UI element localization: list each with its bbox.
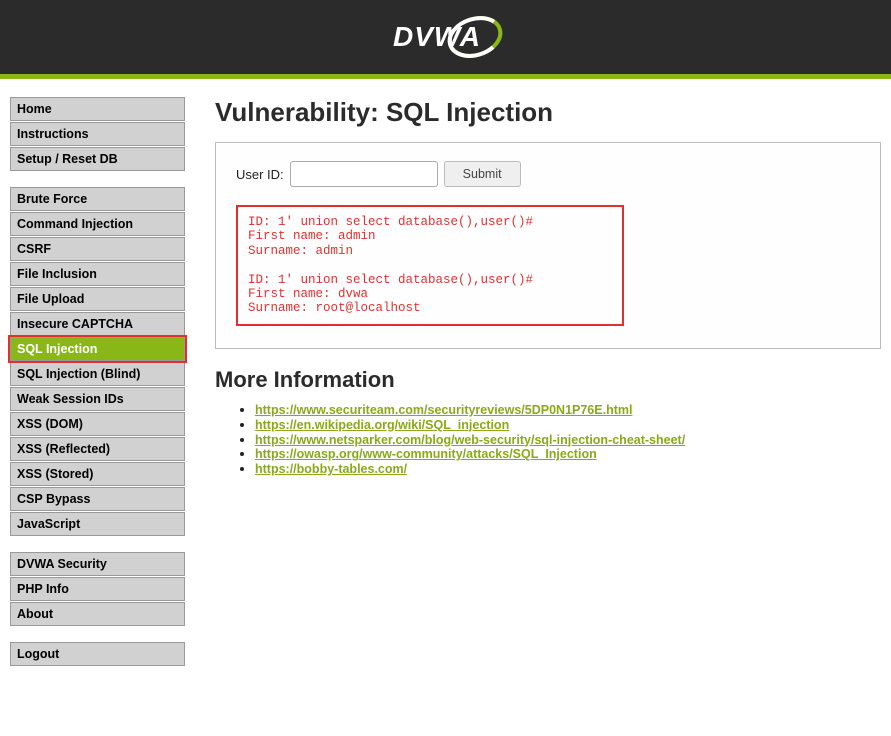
page-title: Vulnerability: SQL Injection <box>215 97 881 128</box>
nav-item-file-inclusion[interactable]: File Inclusion <box>10 262 185 286</box>
sidebar: HomeInstructionsSetup / Reset DB Brute Fo… <box>10 97 185 682</box>
link-item: https://www.securiteam.com/securityrevie… <box>255 403 881 418</box>
info-link[interactable]: https://bobby-tables.com/ <box>255 462 407 476</box>
nav-item-xss-reflected[interactable]: XSS (Reflected) <box>10 437 185 461</box>
nav-item-xss-stored[interactable]: XSS (Stored) <box>10 462 185 486</box>
result-box: ID: 1' union select database(),user()# F… <box>236 205 624 326</box>
nav-item-about[interactable]: About <box>10 602 185 626</box>
link-item: https://www.netsparker.com/blog/web-secu… <box>255 433 881 448</box>
userid-label: User ID: <box>236 167 284 182</box>
link-item: https://bobby-tables.com/ <box>255 462 881 477</box>
nav-item-insecure-captcha[interactable]: Insecure CAPTCHA <box>10 312 185 336</box>
nav-item-home[interactable]: Home <box>10 97 185 121</box>
nav-item-csrf[interactable]: CSRF <box>10 237 185 261</box>
info-link[interactable]: https://en.wikipedia.org/wiki/SQL_inject… <box>255 418 509 432</box>
nav-item-file-upload[interactable]: File Upload <box>10 287 185 311</box>
nav-item-javascript[interactable]: JavaScript <box>10 512 185 536</box>
more-info-links: https://www.securiteam.com/securityrevie… <box>215 403 881 478</box>
nav-group: DVWA SecurityPHP InfoAbout <box>10 552 185 626</box>
nav-item-sql-injection[interactable]: SQL Injection <box>10 337 185 361</box>
logo: DVWA <box>387 14 505 60</box>
userid-input[interactable] <box>290 161 438 187</box>
info-link[interactable]: https://owasp.org/www-community/attacks/… <box>255 447 597 461</box>
nav-item-weak-session-ids[interactable]: Weak Session IDs <box>10 387 185 411</box>
nav-item-csp-bypass[interactable]: CSP Bypass <box>10 487 185 511</box>
more-info-heading: More Information <box>215 367 881 393</box>
info-link[interactable]: https://www.securiteam.com/securityrevie… <box>255 403 632 417</box>
userid-form: User ID: Submit <box>236 161 860 187</box>
link-item: https://owasp.org/www-community/attacks/… <box>255 447 881 462</box>
nav-item-brute-force[interactable]: Brute Force <box>10 187 185 211</box>
submit-button[interactable]: Submit <box>444 161 521 187</box>
vulnerability-panel: User ID: Submit ID: 1' union select data… <box>215 142 881 349</box>
nav-item-instructions[interactable]: Instructions <box>10 122 185 146</box>
nav-group: Logout <box>10 642 185 666</box>
nav-item-logout[interactable]: Logout <box>10 642 185 666</box>
svg-text:DVWA: DVWA <box>393 21 481 52</box>
nav-item-command-injection[interactable]: Command Injection <box>10 212 185 236</box>
header: DVWA <box>0 0 891 74</box>
nav-item-dvwa-security[interactable]: DVWA Security <box>10 552 185 576</box>
link-item: https://en.wikipedia.org/wiki/SQL_inject… <box>255 418 881 433</box>
info-link[interactable]: https://www.netsparker.com/blog/web-secu… <box>255 433 685 447</box>
main-content: Vulnerability: SQL Injection User ID: Su… <box>215 97 881 682</box>
nav-group: Brute ForceCommand InjectionCSRFFile Inc… <box>10 187 185 536</box>
nav-item-php-info[interactable]: PHP Info <box>10 577 185 601</box>
nav-item-sql-injection-blind[interactable]: SQL Injection (Blind) <box>10 362 185 386</box>
nav-item-xss-dom[interactable]: XSS (DOM) <box>10 412 185 436</box>
nav-item-setup-reset-db[interactable]: Setup / Reset DB <box>10 147 185 171</box>
query-output: ID: 1' union select database(),user()# F… <box>248 215 612 316</box>
nav-group: HomeInstructionsSetup / Reset DB <box>10 97 185 171</box>
